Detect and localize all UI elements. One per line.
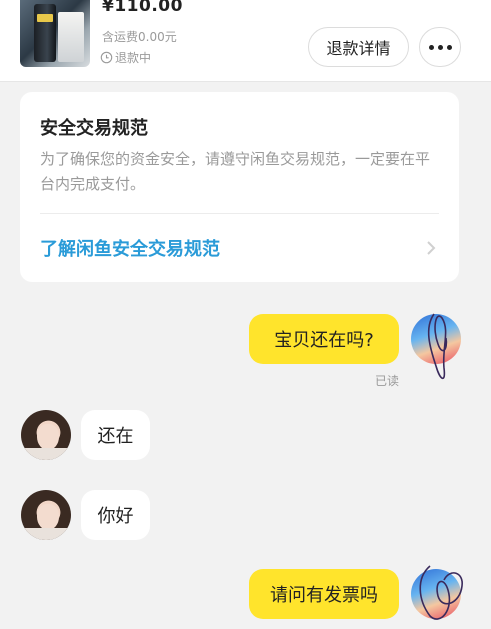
safety-rules-link[interactable]: 了解闲鱼安全交易规范 (40, 235, 220, 261)
message-text: 还在 (97, 426, 134, 447)
message-text: 宝贝还在吗? (274, 330, 374, 351)
divider (40, 213, 439, 214)
status-label: 退款中 (115, 51, 152, 65)
order-price: ¥110.00 (102, 0, 183, 16)
message-bubble-received[interactable]: 你好 (81, 490, 150, 540)
message-bubble-received[interactable]: 还在 (81, 410, 150, 460)
seller-avatar[interactable] (21, 490, 71, 540)
message-text: 你好 (97, 506, 134, 527)
more-dots-icon (428, 44, 434, 50)
shipping-fee: 含运费0.00元 (102, 30, 177, 44)
message-text: 请问有发票吗 (270, 585, 378, 606)
order-status: 退款中 (100, 49, 151, 66)
safety-card-title: 安全交易规范 (40, 118, 148, 139)
seller-avatar[interactable] (21, 410, 71, 460)
read-status: 已读 (375, 374, 400, 388)
order-header: ¥110.00 含运费0.00元 退款中 退款详情 (0, 0, 491, 82)
chevron-right-icon[interactable] (425, 240, 437, 256)
safety-notice-card: 安全交易规范 为了确保您的资金安全，请遵守闲鱼交易规范，一定要在平台内完成支付。… (20, 92, 459, 282)
scribble-mark (419, 565, 463, 620)
clock-icon (100, 51, 113, 64)
product-thumbnail[interactable] (20, 0, 90, 67)
scribble-mark (427, 313, 448, 380)
more-options-button[interactable] (419, 27, 461, 67)
safety-card-text: 为了确保您的资金安全，请遵守闲鱼交易规范，一定要在平台内完成支付。 (40, 150, 431, 193)
message-bubble-sent[interactable]: 请问有发票吗 (249, 569, 399, 619)
refund-details-button[interactable]: 退款详情 (308, 27, 409, 67)
message-bubble-sent[interactable]: 宝贝还在吗? (249, 314, 399, 364)
